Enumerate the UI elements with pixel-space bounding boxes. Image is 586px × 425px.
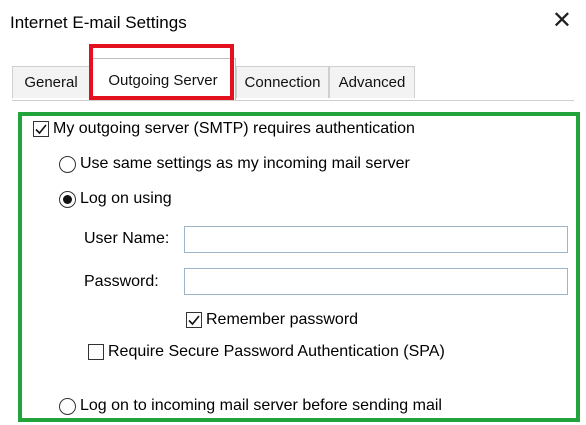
- spa-label: Require Secure Password Authentication (…: [108, 343, 445, 360]
- remember-password-row[interactable]: Remember password: [186, 311, 358, 329]
- password-label: Password:: [84, 273, 159, 290]
- radio-selected-dot: [63, 194, 72, 204]
- spa-checkbox[interactable]: [88, 344, 104, 360]
- tab-panel-border: [12, 100, 574, 101]
- remember-password-checkbox[interactable]: [186, 312, 202, 328]
- close-icon[interactable]: ✕: [552, 9, 572, 33]
- spa-row[interactable]: Require Secure Password Authentication (…: [88, 343, 445, 361]
- log-on-using-label: Log on using: [80, 190, 172, 207]
- tab-general[interactable]: General: [12, 66, 90, 98]
- use-same-settings-label: Use same settings as my incoming mail se…: [80, 155, 410, 172]
- log-on-incoming-label: Log on to incoming mail server before se…: [80, 397, 442, 414]
- dialog-title: Internet E-mail Settings: [10, 13, 187, 32]
- user-name-field[interactable]: [184, 226, 568, 253]
- requires-auth-checkbox[interactable]: [33, 121, 49, 137]
- checkmark-icon: [188, 315, 200, 326]
- requires-auth-label: My outgoing server (SMTP) requires authe…: [53, 120, 415, 137]
- tab-outgoing-server[interactable]: Outgoing Server: [90, 58, 236, 100]
- checkmark-icon: [35, 124, 47, 135]
- log-on-using-radio[interactable]: [59, 190, 76, 208]
- log-on-using-row[interactable]: Log on using: [59, 190, 172, 208]
- use-same-settings-row[interactable]: Use same settings as my incoming mail se…: [59, 155, 410, 173]
- requires-auth-row[interactable]: My outgoing server (SMTP) requires authe…: [33, 120, 415, 138]
- use-same-settings-radio[interactable]: [59, 155, 76, 173]
- log-on-incoming-radio[interactable]: [59, 397, 76, 415]
- tab-connection[interactable]: Connection: [236, 66, 329, 98]
- user-name-label: User Name:: [84, 230, 170, 247]
- password-field[interactable]: [184, 268, 568, 295]
- log-on-incoming-row[interactable]: Log on to incoming mail server before se…: [59, 397, 442, 415]
- remember-password-label: Remember password: [206, 311, 359, 328]
- tab-advanced[interactable]: Advanced: [329, 66, 415, 98]
